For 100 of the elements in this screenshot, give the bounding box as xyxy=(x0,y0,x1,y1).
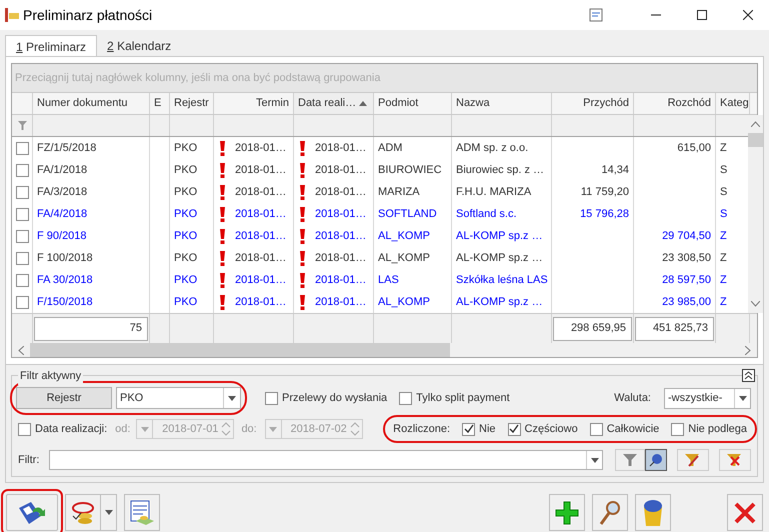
alert-icon xyxy=(300,250,305,266)
scroll-down-icon[interactable] xyxy=(751,301,760,307)
table-cell: 23 308,50 xyxy=(634,247,716,269)
tab[interactable]: 2 Kalendarz xyxy=(97,35,182,56)
scroll-left-icon[interactable] xyxy=(18,346,24,354)
from-label: od: xyxy=(115,422,130,437)
table-cell: 14,34 xyxy=(552,159,634,181)
close-button[interactable] xyxy=(727,494,763,531)
table-cell: F 90/2018 xyxy=(33,225,150,247)
table-cell: 11 759,20 xyxy=(552,181,634,203)
alert-icon xyxy=(300,162,305,178)
alert-icon xyxy=(220,294,225,310)
checkbox-label: Częściowo xyxy=(524,422,578,437)
summary-cell: 298 659,95 xyxy=(553,316,632,340)
close-icon xyxy=(734,502,756,524)
tab[interactable]: 1 Preliminarz xyxy=(5,35,98,57)
checkbox-label: Nie xyxy=(479,422,496,437)
ledger-icon xyxy=(128,498,156,526)
filter-toggle-button[interactable] xyxy=(645,449,668,471)
alert-icon xyxy=(300,206,305,222)
scroll-thumb[interactable] xyxy=(30,343,450,357)
checkbox-label: Tylko split payment xyxy=(416,390,510,406)
table-cell: 2018-01… xyxy=(214,225,294,247)
checkbox[interactable] xyxy=(16,252,28,264)
scroll-up-icon[interactable] xyxy=(751,121,760,127)
alert-icon xyxy=(220,140,225,156)
checkbox[interactable] xyxy=(16,274,28,286)
search-icon xyxy=(598,500,622,526)
table-cell: FA/1/2018 xyxy=(33,159,150,181)
settle-button[interactable] xyxy=(65,494,101,531)
vertical-scrollbar[interactable] xyxy=(748,115,763,313)
filter-clear-button[interactable] xyxy=(719,449,751,471)
filter-label: Filtr: xyxy=(18,452,40,468)
filter-edit-button[interactable] xyxy=(677,449,710,471)
search-button[interactable] xyxy=(592,494,628,531)
table-cell: 2018-01… xyxy=(214,159,294,181)
spinner-icon[interactable] xyxy=(221,421,232,437)
table-cell: AL_KOMP xyxy=(374,247,452,269)
delete-button[interactable] xyxy=(635,494,671,531)
table-cell: Szkółka leśna LAS xyxy=(452,269,552,291)
table-cell: 2018-01… xyxy=(214,137,294,159)
table-cell: 2018-01… xyxy=(294,159,374,181)
table-cell: PKO xyxy=(170,247,214,269)
caret-icon xyxy=(738,396,746,400)
scroll-thumb[interactable] xyxy=(748,133,763,147)
add-button[interactable] xyxy=(549,494,585,531)
maximize-icon[interactable] xyxy=(697,10,707,20)
group-title: Filtr aktywny xyxy=(18,368,84,384)
table-cell: 2018-01… xyxy=(214,247,294,269)
table-cell: 2018-01… xyxy=(294,269,374,291)
table-cell: 2018-01… xyxy=(214,203,294,225)
to-label: do: xyxy=(241,422,257,437)
checkbox[interactable] xyxy=(16,208,28,220)
checkbox[interactable] xyxy=(18,422,31,436)
table-cell: FA 30/2018 xyxy=(33,269,150,291)
alert-icon xyxy=(220,250,225,266)
table-cell: ADM xyxy=(374,137,452,159)
checkbox[interactable] xyxy=(508,422,521,436)
table-cell: FZ/1/5/2018 xyxy=(33,137,150,159)
register-combo[interactable]: PKO xyxy=(116,387,241,409)
checkbox[interactable] xyxy=(16,142,28,154)
spinner-icon[interactable] xyxy=(350,421,360,437)
checkbox[interactable] xyxy=(16,164,28,176)
alert-icon xyxy=(300,272,305,288)
collapse-icon[interactable] xyxy=(742,369,755,382)
table-cell: PKO xyxy=(170,137,214,159)
checkbox[interactable] xyxy=(671,422,684,436)
settled-label: Rozliczone: xyxy=(393,422,450,437)
caret-icon xyxy=(590,458,599,462)
schedule-button[interactable] xyxy=(124,494,160,531)
summary-cell: 451 825,73 xyxy=(635,316,714,340)
coins-icon xyxy=(69,500,97,526)
checkbox[interactable] xyxy=(462,422,475,436)
trash-bin-icon xyxy=(642,498,664,526)
horizontal-scrollbar[interactable] xyxy=(12,343,757,357)
filter-combo[interactable] xyxy=(49,450,604,470)
alert-icon xyxy=(220,272,225,288)
filter-button[interactable] xyxy=(615,449,646,471)
checkbox[interactable] xyxy=(590,422,603,436)
table-cell: PKO xyxy=(170,181,214,203)
checkbox[interactable] xyxy=(16,186,28,198)
alert-icon xyxy=(300,184,305,200)
checkbox[interactable] xyxy=(399,392,412,404)
register-button[interactable]: Rejestr xyxy=(16,387,112,409)
checkbox[interactable] xyxy=(16,230,28,242)
scroll-right-icon[interactable] xyxy=(745,346,751,354)
table-cell: MARIZA xyxy=(374,181,452,203)
close-icon[interactable] xyxy=(743,10,753,20)
column-header[interactable]: Data reali… xyxy=(294,93,374,114)
alert-icon xyxy=(220,206,225,222)
funnel-edit-icon xyxy=(685,453,702,467)
window-tool-icon[interactable] xyxy=(589,8,603,22)
table-cell: 29 704,50 xyxy=(634,225,716,247)
currency-combo[interactable]: -wszystkie- xyxy=(664,388,751,408)
checkbox[interactable] xyxy=(265,392,278,404)
dropdown-button[interactable] xyxy=(101,494,117,531)
filter-icon[interactable] xyxy=(18,121,26,130)
caret-icon xyxy=(104,510,112,515)
checkbox[interactable] xyxy=(16,296,28,308)
alert-icon xyxy=(300,228,305,244)
